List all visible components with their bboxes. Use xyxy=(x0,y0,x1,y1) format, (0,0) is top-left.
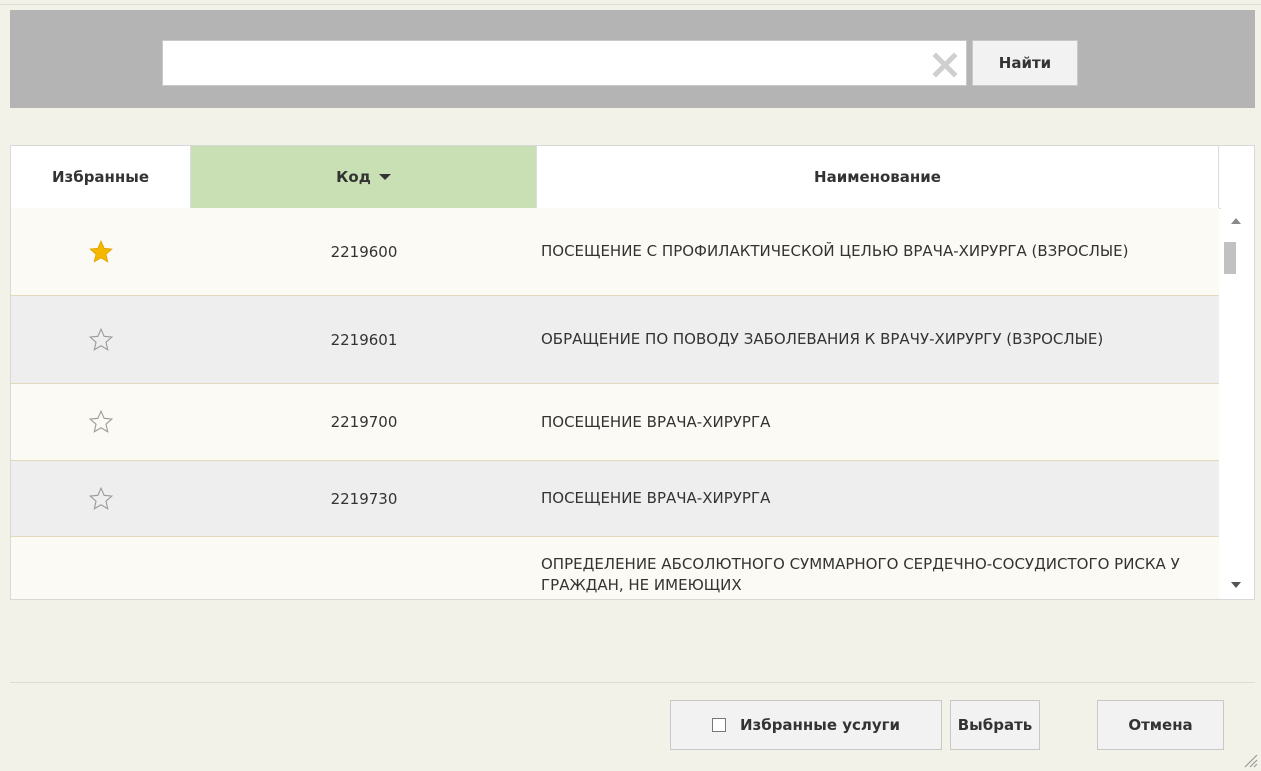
code-cell: 2219700 xyxy=(330,413,398,431)
table-row[interactable]: ОПРЕДЕЛЕНИЕ АБСОЛЮТНОГО СУММАРНОГО СЕРДЕ… xyxy=(11,537,1219,599)
column-header-code[interactable]: Код xyxy=(191,146,537,208)
select-button[interactable]: Выбрать xyxy=(950,700,1040,750)
favorite-cell[interactable] xyxy=(11,537,191,599)
search-input[interactable] xyxy=(163,41,923,85)
checkbox-icon[interactable] xyxy=(711,718,726,732)
clear-x-icon[interactable] xyxy=(928,48,962,82)
resize-grip-icon[interactable] xyxy=(1242,752,1258,768)
name-cell: ОБРАЩЕНИЕ ПО ПОВОДУ ЗАБОЛЕВАНИЯ К ВРАЧУ-… xyxy=(541,330,1104,348)
grid-header: Избранные Код Наименование xyxy=(11,146,1254,209)
dialog-top-border xyxy=(0,4,1261,5)
search-field[interactable] xyxy=(162,40,967,86)
name-cell: ПОСЕЩЕНИЕ ВРАЧА-ХИРУРГА xyxy=(541,412,771,431)
code-cell: 2219600 xyxy=(330,242,398,261)
grid-body[interactable]: 2219600 ПОСЕЩЕНИЕ С ПРОФИЛАКТИЧЕСКОЙ ЦЕЛ… xyxy=(11,208,1219,599)
column-header-name[interactable]: Наименование xyxy=(537,146,1219,208)
find-button[interactable]: Найти xyxy=(972,40,1078,86)
scroll-down-arrow-icon[interactable] xyxy=(1231,582,1241,588)
column-header-name-label: Наименование xyxy=(814,168,941,186)
star-outline-icon[interactable] xyxy=(88,409,114,435)
favorite-cell[interactable] xyxy=(11,296,191,383)
sort-down-icon xyxy=(378,174,391,180)
star-outline-icon[interactable] xyxy=(88,486,114,512)
favorite-cell[interactable] xyxy=(11,384,191,460)
vertical-scrollbar[interactable] xyxy=(1221,208,1254,599)
column-header-favorites-label: Избранные xyxy=(51,168,150,186)
column-header-favorites[interactable]: Избранные xyxy=(11,146,191,208)
services-grid: Избранные Код Наименование 2219600 ПОСЕЩ… xyxy=(10,145,1255,600)
cancel-button[interactable]: Отмена xyxy=(1097,700,1224,750)
code-cell xyxy=(191,537,537,599)
code-cell: 2219730 xyxy=(330,489,398,508)
scroll-up-arrow-icon[interactable] xyxy=(1231,218,1241,224)
favorite-cell[interactable] xyxy=(11,208,191,295)
code-cell: 2219601 xyxy=(330,330,398,349)
star-filled-icon[interactable] xyxy=(88,239,114,265)
search-bar: Найти xyxy=(10,10,1255,108)
column-header-code-label: Код xyxy=(336,168,371,186)
scroll-thumb[interactable] xyxy=(1224,242,1236,274)
footer-divider xyxy=(10,682,1255,683)
star-outline-icon[interactable] xyxy=(88,327,114,353)
table-row[interactable]: 2219601 ОБРАЩЕНИЕ ПО ПОВОДУ ЗАБОЛЕВАНИЯ … xyxy=(11,296,1219,384)
name-cell: ПОСЕЩЕНИЕ ВРАЧА-ХИРУРГА xyxy=(541,489,771,507)
name-cell: ПОСЕЩЕНИЕ С ПРОФИЛАКТИЧЕСКОЙ ЦЕЛЬЮ ВРАЧА… xyxy=(541,242,1129,260)
table-row[interactable]: 2219730 ПОСЕЩЕНИЕ ВРАЧА-ХИРУРГА xyxy=(11,461,1219,537)
name-cell: ОПРЕДЕЛЕНИЕ АБСОЛЮТНОГО СУММАРНОГО СЕРДЕ… xyxy=(541,555,1180,594)
favorite-cell[interactable] xyxy=(11,461,191,536)
favorite-services-label: Избранные услуги xyxy=(739,716,901,734)
table-row[interactable]: 2219600 ПОСЕЩЕНИЕ С ПРОФИЛАКТИЧЕСКОЙ ЦЕЛ… xyxy=(11,208,1219,296)
favorite-services-toggle[interactable]: Избранные услуги xyxy=(670,700,942,750)
table-row[interactable]: 2219700 ПОСЕЩЕНИЕ ВРАЧА-ХИРУРГА xyxy=(11,384,1219,461)
